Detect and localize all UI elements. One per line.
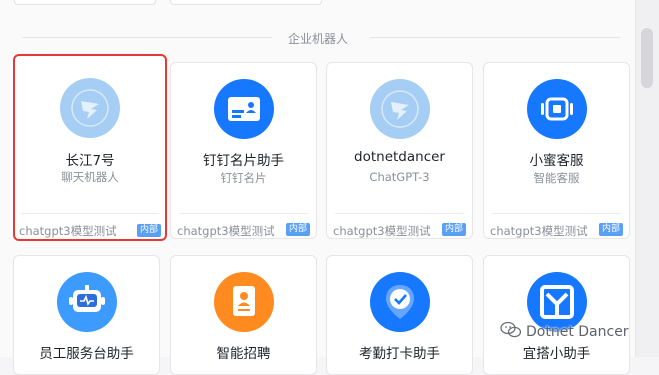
customer-service-icon <box>526 79 587 139</box>
internal-badge: 内部 <box>285 223 310 236</box>
vertical-scrollbar[interactable] <box>635 0 659 357</box>
bot-card-changjiang[interactable]: 长江7号 聊天机器人 chatgpt3模型测试 内部 <box>13 54 167 241</box>
bot-card-namecard[interactable]: 钉钉名片助手 钉钉名片 chatgpt3模型测试 内部 <box>170 62 317 239</box>
card-name: 考勤打卡助手 <box>359 346 440 362</box>
scrollbar-thumb[interactable] <box>641 28 653 88</box>
divider-left <box>22 37 272 38</box>
card-name: 小蜜客服 <box>529 153 584 169</box>
main-panel: 企业机器人 长江7号 聊天机器人 chatgpt3模型测试 内部 钉钉名片助手 … <box>0 0 636 375</box>
card-divider <box>179 213 308 214</box>
card-subtitle: 钉钉名片 <box>220 171 267 185</box>
watermark: Dotnet Dancer <box>500 321 629 343</box>
card-name: 钉钉名片助手 <box>203 153 284 169</box>
card-name: 智能招聘 <box>216 346 271 362</box>
dingtalk-logo-icon <box>369 79 430 139</box>
bot-card-dotnetdancer[interactable]: dotnetdancer ChatGPT-3 chatgpt3模型测试 内部 <box>326 62 473 239</box>
section-header: 企业机器人 <box>0 28 636 46</box>
divider-right <box>370 37 620 38</box>
card-footer-text: chatgpt3模型测试 <box>333 224 431 238</box>
card-footer-text: chatgpt3模型测试 <box>19 224 117 238</box>
watermark-text: Dotnet Dancer <box>526 324 629 340</box>
internal-badge: 内部 <box>136 224 161 237</box>
card-subtitle: ChatGPT-3 <box>369 170 430 184</box>
internal-badge: 内部 <box>441 223 466 236</box>
card-name: 长江7号 <box>65 153 115 169</box>
card-footer-text: chatgpt3模型测试 <box>177 224 275 238</box>
card-name: 宜搭小助手 <box>522 346 591 362</box>
bot-card-yida[interactable]: 宜搭小助手 <box>483 255 630 375</box>
card-divider <box>335 213 464 214</box>
dingtalk-logo-icon <box>60 78 120 138</box>
card-divider <box>492 213 621 214</box>
bot-card-attendance[interactable]: 考勤打卡助手 <box>326 255 473 375</box>
wechat-icon <box>500 321 522 343</box>
card-divider <box>21 213 159 214</box>
business-card-icon <box>213 79 274 139</box>
card-subtitle: 智能客服 <box>533 171 580 185</box>
card-subtitle: 聊天机器人 <box>61 170 119 184</box>
top-tab-2[interactable] <box>170 0 322 5</box>
internal-badge: 内部 <box>598 223 623 236</box>
bot-card-employee-service[interactable]: 员工服务台助手 <box>13 255 160 375</box>
top-tab-1[interactable] <box>14 0 156 5</box>
resume-icon <box>213 272 274 332</box>
card-footer-text: chatgpt3模型测试 <box>490 224 588 238</box>
bot-card-recruitment[interactable]: 智能招聘 <box>170 255 317 375</box>
checkin-icon <box>369 272 430 332</box>
card-name: dotnetdancer <box>354 149 445 165</box>
card-name: 员工服务台助手 <box>39 346 134 362</box>
bot-card-xiaomi-service[interactable]: 小蜜客服 智能客服 chatgpt3模型测试 内部 <box>483 62 630 239</box>
robot-assistant-icon <box>56 272 117 332</box>
section-title: 企业机器人 <box>287 32 348 46</box>
